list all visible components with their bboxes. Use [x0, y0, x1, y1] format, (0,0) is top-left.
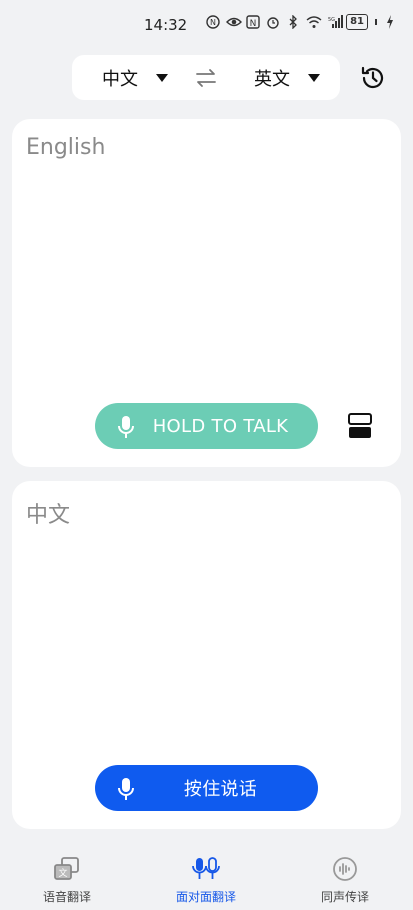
chinese-panel: 中文 按住说话 — [12, 481, 401, 829]
swap-arrows-icon[interactable] — [194, 67, 218, 89]
tab-face-to-face-label: 面对面翻译 — [175, 890, 236, 904]
tab-face-to-face[interactable]: 面对面翻译 — [151, 856, 261, 905]
tab-simultaneous-label: 同声传译 — [320, 890, 369, 904]
chevron-down-icon — [156, 73, 168, 82]
battery-icon: 81 — [346, 14, 368, 30]
chevron-down-icon — [308, 73, 320, 82]
bluetooth-icon — [286, 14, 300, 30]
signal-5g-icon: 5G — [326, 15, 344, 29]
split-screen-icon[interactable] — [348, 413, 372, 439]
svg-text:N: N — [210, 18, 216, 27]
tab-simultaneous[interactable]: 同声传译 — [290, 856, 400, 905]
alarm-icon — [266, 15, 280, 29]
tab-voice-translate-label: 语音翻译 — [42, 890, 91, 904]
status-icons: N N 5G 81 — [206, 14, 397, 30]
battery-cap — [375, 19, 377, 25]
source-language-select[interactable]: 中文 — [102, 55, 168, 100]
svg-text:N: N — [250, 19, 257, 29]
history-icon[interactable] — [359, 64, 387, 92]
status-bar: 14:32 N N 5G 81 — [0, 0, 413, 52]
status-time: 14:32 — [144, 16, 188, 34]
translate-icon: 文 — [54, 857, 79, 880]
chinese-panel-label: 中文 — [26, 503, 71, 528]
svg-text:5G: 5G — [328, 17, 335, 23]
target-language-label: 英文 — [254, 68, 290, 90]
wifi-icon — [306, 15, 322, 29]
english-panel: English HOLD TO TALK — [12, 119, 401, 467]
english-panel-label: English — [26, 135, 106, 160]
eye-icon — [226, 15, 243, 29]
simultaneous-icon — [333, 857, 357, 881]
language-bar: 中文 英文 — [72, 55, 340, 100]
bottom-tab-bar: 文 语音翻译 面对面翻译 同声传译 — [0, 848, 413, 910]
press-to-speak-button[interactable]: 按住说话 — [95, 765, 318, 811]
hold-to-talk-label: HOLD TO TALK — [152, 415, 289, 437]
tab-voice-translate[interactable]: 文 语音翻译 — [12, 856, 122, 905]
face-to-face-mic-icon — [192, 857, 220, 879]
n-icon: N — [246, 15, 260, 29]
target-language-select[interactable]: 英文 — [254, 55, 320, 100]
hold-to-talk-button[interactable]: HOLD TO TALK — [95, 403, 318, 449]
press-to-speak-label: 按住说话 — [183, 779, 258, 800]
svg-text:文: 文 — [58, 867, 67, 879]
charging-icon — [383, 15, 397, 29]
source-language-label: 中文 — [102, 68, 138, 90]
battery-level: 81 — [350, 16, 364, 27]
nfc-icon: N — [206, 15, 220, 29]
